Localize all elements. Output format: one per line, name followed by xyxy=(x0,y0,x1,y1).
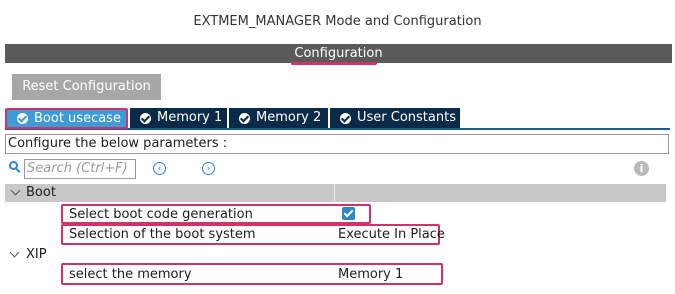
tab-memory-1[interactable]: Memory 1 xyxy=(130,108,227,128)
tab-user-constants[interactable]: User Constants xyxy=(330,108,460,128)
param-label: select the memory xyxy=(69,267,192,282)
param-label: Selection of the boot system xyxy=(69,227,256,242)
param-value[interactable]: Execute In Place xyxy=(338,227,445,243)
configuration-highlight xyxy=(291,62,377,65)
configuration-label: Configuration xyxy=(294,46,383,61)
tab-label: Memory 2 xyxy=(256,110,322,125)
tab-label: User Constants xyxy=(357,110,456,125)
window-title: EXTMEM_MANAGER Mode and Configuration xyxy=(193,14,482,29)
chevron-right-circle-icon[interactable]: › xyxy=(202,162,215,175)
tab-label: Boot usecase xyxy=(34,110,121,126)
param-label: Select boot code generation xyxy=(69,207,253,222)
group-column-divider xyxy=(334,184,335,202)
tab-label: Memory 1 xyxy=(157,110,223,125)
tab-boot-usecase[interactable]: Boot usecase xyxy=(5,108,128,129)
search-icon xyxy=(9,161,23,175)
search-input[interactable]: Search (Ctrl+F) xyxy=(24,159,136,179)
reset-configuration-button[interactable]: Reset Configuration xyxy=(12,74,161,100)
parameters-header: Configure the below parameters : xyxy=(5,134,669,154)
boot-code-generation-checkbox[interactable] xyxy=(342,207,355,220)
tab-memory-2[interactable]: Memory 2 xyxy=(229,108,328,128)
configuration-bar[interactable]: Configuration xyxy=(5,44,672,63)
chevron-left-circle-icon[interactable]: ‹ xyxy=(153,162,166,175)
param-value[interactable]: Memory 1 xyxy=(338,267,403,283)
check-circle-icon xyxy=(17,113,28,124)
group-header-boot[interactable] xyxy=(5,184,666,202)
tab-bar: Boot usecase Memory 1 Memory 2 User Cons… xyxy=(5,108,670,129)
check-circle-icon xyxy=(140,112,151,124)
check-circle-icon xyxy=(340,112,351,124)
check-circle-icon xyxy=(239,112,250,124)
group-label-boot: Boot xyxy=(26,185,56,200)
group-label-xip: XIP xyxy=(26,247,47,262)
chevron-down-icon[interactable] xyxy=(9,247,20,258)
info-icon[interactable]: i xyxy=(634,161,649,176)
